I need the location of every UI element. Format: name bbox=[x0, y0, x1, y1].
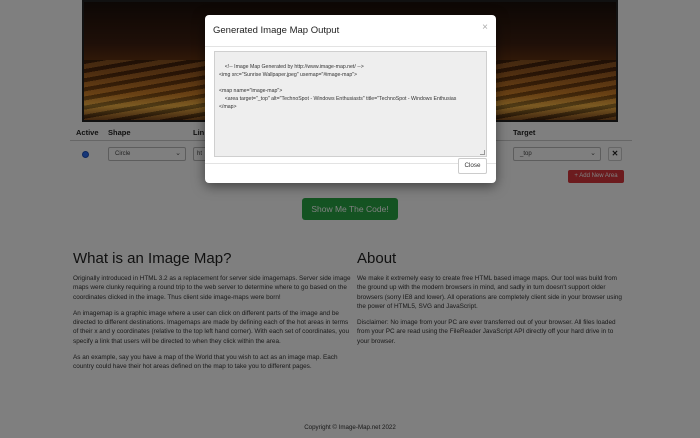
close-icon[interactable]: × bbox=[482, 22, 488, 33]
modal-header-divider bbox=[205, 46, 496, 47]
generated-code-text: <!-- Image Map Generated by http://www.i… bbox=[219, 64, 457, 110]
close-button[interactable]: Close bbox=[458, 158, 487, 174]
resize-handle-icon[interactable] bbox=[480, 150, 485, 155]
image-map-output-modal: Generated Image Map Output × <!-- Image … bbox=[205, 15, 496, 183]
modal-footer-divider bbox=[205, 163, 496, 164]
generated-code-textarea[interactable]: <!-- Image Map Generated by http://www.i… bbox=[214, 51, 487, 157]
modal-title: Generated Image Map Output bbox=[213, 25, 340, 36]
